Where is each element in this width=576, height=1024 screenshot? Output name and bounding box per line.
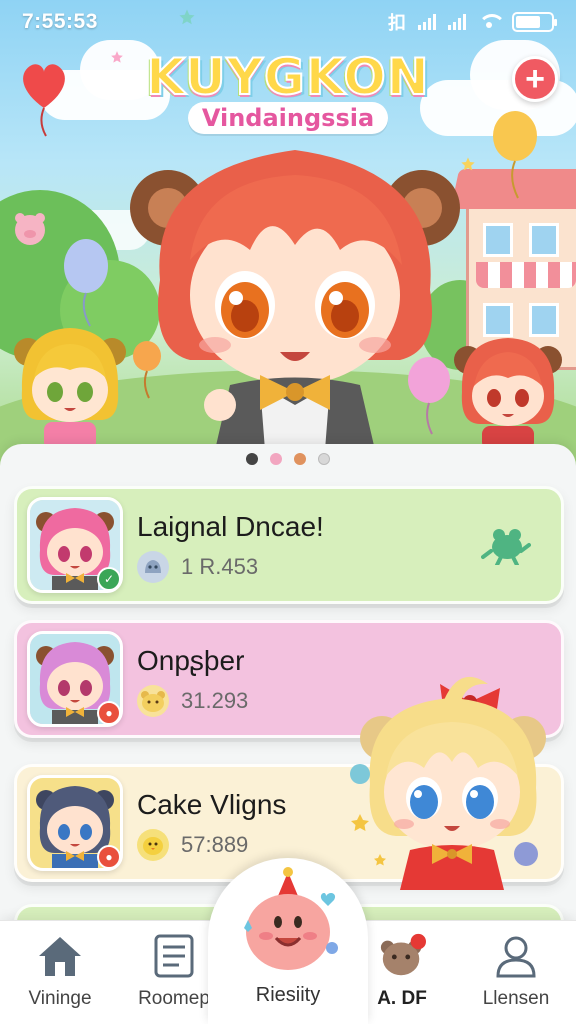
logo-title: KUYGKON: [145, 47, 430, 107]
pager-dot[interactable]: [270, 453, 282, 465]
status-time: 7:55:53: [22, 10, 98, 33]
nav-label: Roomep: [138, 988, 210, 1009]
status-badge: ✓: [97, 567, 121, 591]
nav-label: Llensen: [482, 988, 550, 1009]
frog-icon: [481, 529, 531, 565]
app-logo: KUYGKON Vindaingssia: [0, 47, 576, 134]
network-label: 扣: [388, 13, 406, 33]
pager-dot[interactable]: [318, 453, 330, 465]
signal-icon: [418, 14, 436, 30]
status-bar: 7:55:53 扣: [0, 0, 576, 44]
star-icon: [461, 157, 475, 171]
pager-dot[interactable]: [294, 453, 306, 465]
blonde-character-illustration: [14, 328, 126, 450]
logo-subtitle: Vindaingssia: [187, 102, 389, 134]
signal-icon: [448, 14, 466, 30]
list-icon: [150, 932, 198, 980]
blonde-mascot-illustration: [350, 676, 546, 890]
status-badge: ●: [97, 701, 121, 725]
list-item[interactable]: ✓ Laignal Dncae! 1 R.453: [14, 486, 564, 604]
item-title: Onpʂþer: [137, 645, 245, 676]
nav-item-center[interactable]: Riesiity: [208, 858, 368, 1024]
plus-icon: +: [525, 60, 545, 98]
nav-label: Vininge: [28, 988, 92, 1009]
item-value: 31.293: [181, 688, 249, 713]
mascot-icon: [244, 867, 338, 970]
nav-label: Riesiity: [255, 984, 321, 1006]
pig-icon: [15, 213, 45, 245]
item-stat: 1 R.453: [137, 551, 258, 583]
bear-badge-icon: [378, 932, 426, 980]
chick-icon: [137, 829, 169, 861]
awning: [476, 262, 576, 288]
main-character-illustration: [130, 150, 460, 450]
nav-label: A. DF: [377, 988, 427, 1009]
wifi-icon: [478, 14, 506, 30]
status-icons: 扣: [388, 9, 557, 35]
item-title: Laignal Dncae!: [137, 511, 324, 542]
nav-item-home[interactable]: Vininge: [10, 932, 110, 1010]
status-badge: ●: [97, 845, 121, 869]
profile-icon: [492, 932, 540, 980]
item-stat: 31.293: [137, 685, 248, 717]
battery-icon: [512, 12, 557, 32]
balloon-icon: [64, 239, 108, 327]
home-icon: [36, 932, 84, 980]
carousel-pager[interactable]: [0, 453, 576, 465]
add-button[interactable]: +: [512, 56, 558, 102]
item-value: 1 R.453: [181, 554, 259, 579]
item-stat: 57:889: [137, 829, 248, 861]
bear-icon: [137, 685, 169, 717]
item-value: 57:889: [181, 832, 249, 857]
redhead-character-illustration: [454, 338, 562, 450]
item-title: Cake Vligns: [137, 789, 287, 820]
nav-item-profile[interactable]: Llensen: [466, 932, 566, 1010]
slime-icon: [137, 551, 169, 583]
pager-dot[interactable]: [246, 453, 258, 465]
